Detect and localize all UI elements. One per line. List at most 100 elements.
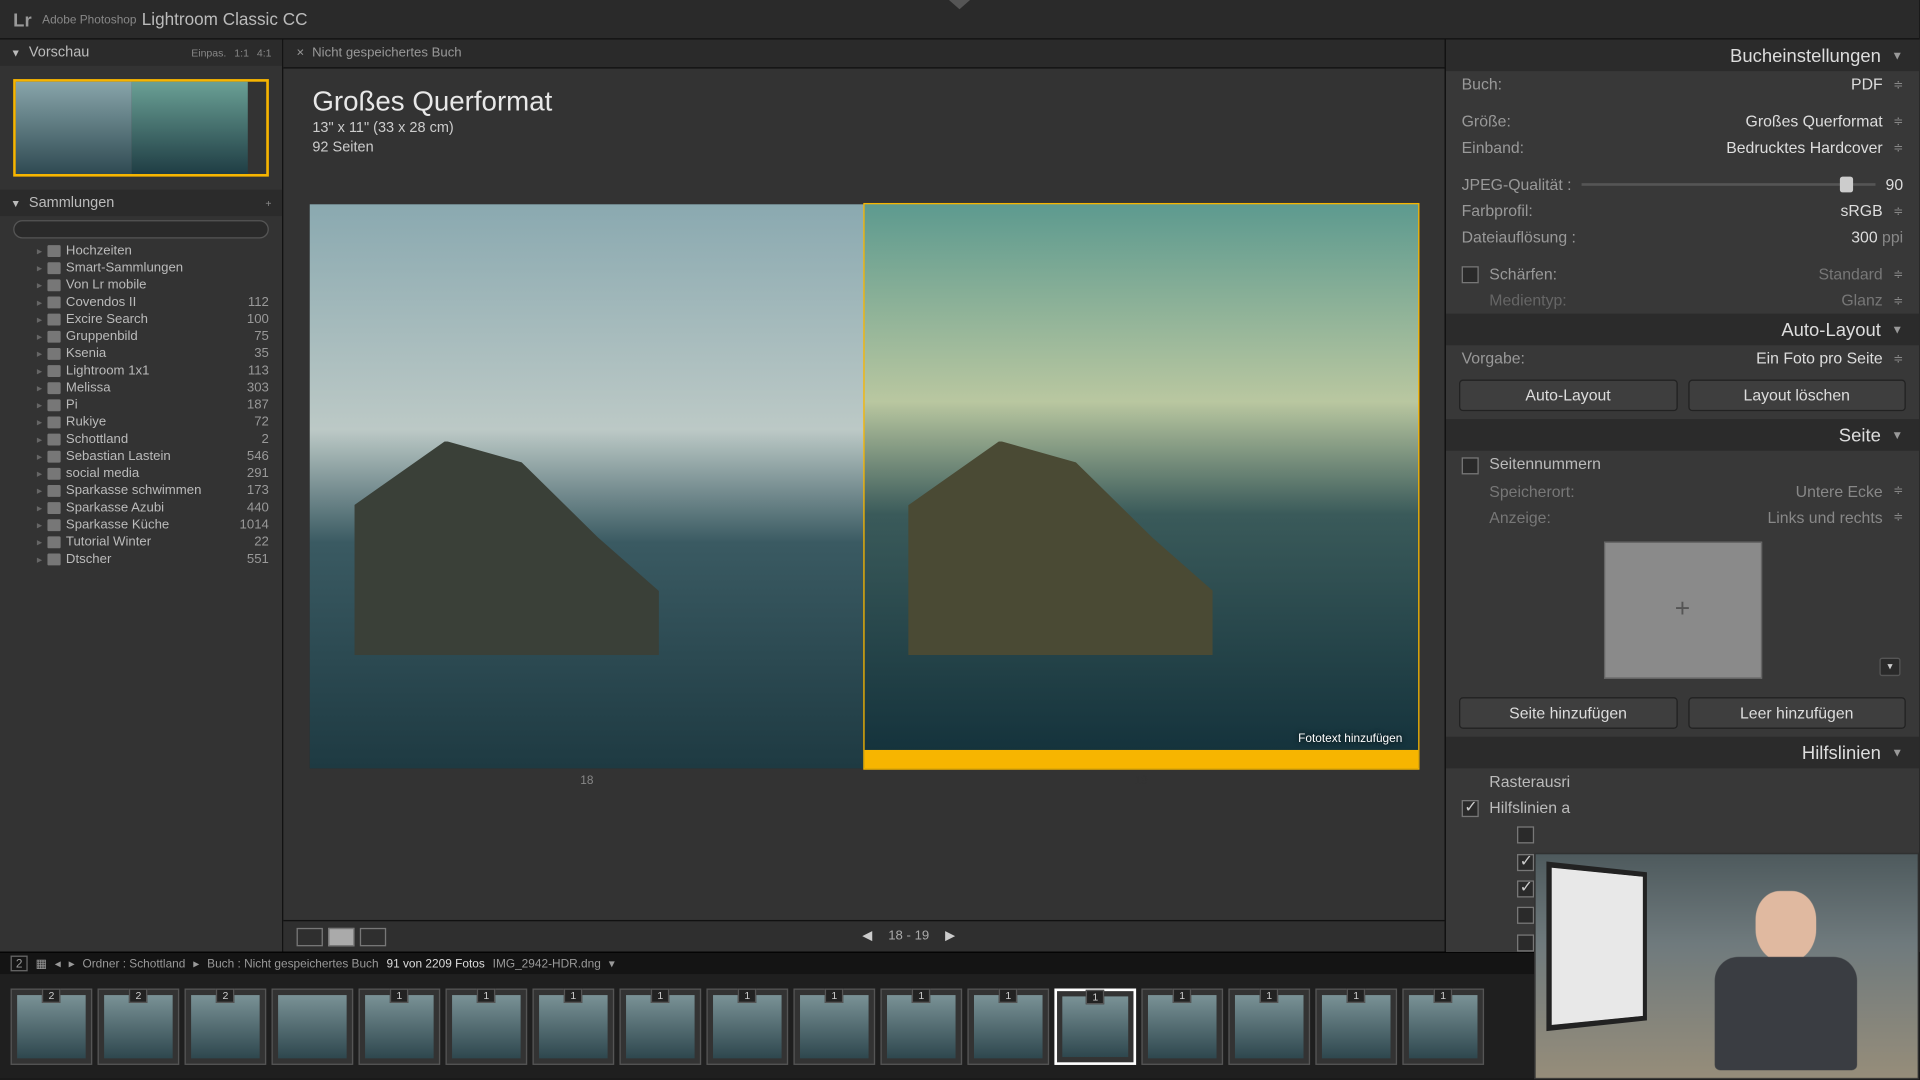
filmstrip-thumb[interactable]: 2 xyxy=(185,988,267,1064)
select-book-format[interactable]: PDF xyxy=(1851,75,1903,93)
collection-item[interactable]: ▸Schottland2 xyxy=(0,431,282,448)
collection-item[interactable]: ▸Excire Search100 xyxy=(0,311,282,328)
select-layout-preset[interactable]: Ein Foto pro Seite xyxy=(1756,350,1903,368)
collection-item[interactable]: ▸Sebastian Lastein546 xyxy=(0,448,282,465)
filmstrip-thumb[interactable]: 1 xyxy=(706,988,788,1064)
collection-item[interactable]: ▸Rukiye72 xyxy=(0,414,282,431)
caption-placeholder[interactable]: Fototext hinzufügen xyxy=(1298,731,1402,744)
template-menu-icon[interactable]: ▾ xyxy=(1879,657,1900,675)
filmstrip-thumb[interactable]: 1 xyxy=(880,988,962,1064)
jpeg-quality-value[interactable]: 90 xyxy=(1886,175,1904,193)
guide-opt-5-checkbox[interactable] xyxy=(1517,934,1534,951)
select-sharpen[interactable]: Standard xyxy=(1819,265,1904,283)
guide-opt-3-checkbox[interactable] xyxy=(1517,880,1534,897)
filmstrip-thumb[interactable]: 1 xyxy=(1402,988,1484,1064)
section-page[interactable]: Seite▼ xyxy=(1446,420,1919,452)
filmstrip-thumb[interactable]: 2 xyxy=(98,988,180,1064)
collection-item[interactable]: ▸Hochzeiten xyxy=(0,243,282,260)
label-show-guides: Hilfslinien a xyxy=(1489,798,1570,816)
second-monitor-icon[interactable]: 2 xyxy=(11,956,28,972)
collection-item[interactable]: ▸Melissa303 xyxy=(0,380,282,397)
collection-item[interactable]: ▸Gruppenbild75 xyxy=(0,328,282,345)
select-color-profile[interactable]: sRGB xyxy=(1841,202,1904,220)
flag-icon[interactable]: ▾ xyxy=(609,956,615,970)
grid-view-icon[interactable]: ▦ xyxy=(36,956,47,970)
navigator-preview[interactable] xyxy=(0,66,282,190)
next-page-button[interactable]: ▶ xyxy=(945,929,955,943)
collection-item[interactable]: ▸Sparkasse schwimmen173 xyxy=(0,482,282,499)
resolution-value[interactable]: 300 xyxy=(1851,228,1877,246)
filmstrip-thumb[interactable]: 1 xyxy=(967,988,1049,1064)
select-size[interactable]: Großes Querformat xyxy=(1746,112,1904,130)
page-number-right: 19 xyxy=(864,773,1418,786)
page-spread[interactable]: 18 Fototext hinzufügen 19 xyxy=(283,164,1444,920)
section-auto-layout[interactable]: Auto-Layout▼ xyxy=(1446,314,1919,346)
chevron-down-icon: ▼ xyxy=(1891,323,1903,336)
add-page-button[interactable]: Seite hinzufügen xyxy=(1459,697,1677,729)
collection-item[interactable]: ▸Von Lr mobile xyxy=(0,277,282,294)
next-icon[interactable]: ▸ xyxy=(69,956,75,970)
section-book-settings[interactable]: Bucheinstellungen▼ xyxy=(1446,40,1919,72)
select-media[interactable]: Glanz xyxy=(1841,292,1903,310)
collection-item[interactable]: ▸Pi187 xyxy=(0,397,282,414)
collections-filter-input[interactable] xyxy=(13,220,269,238)
breadcrumb-sep: ▸ xyxy=(193,956,199,970)
section-guides[interactable]: Hilfslinien▼ xyxy=(1446,736,1919,768)
label-sharpen: Schärfen: xyxy=(1489,265,1557,283)
zoom-fit[interactable]: Einpas. xyxy=(191,47,226,59)
jpeg-quality-slider[interactable] xyxy=(1582,183,1875,186)
sharpen-checkbox[interactable] xyxy=(1462,267,1479,284)
collection-item[interactable]: ▸Ksenia35 xyxy=(0,345,282,362)
collection-item[interactable]: ▸social media291 xyxy=(0,465,282,482)
auto-layout-button[interactable]: Auto-Layout xyxy=(1459,380,1677,412)
select-pagenum-display[interactable]: Links und rechts xyxy=(1768,508,1904,526)
chevron-down-icon: ▼ xyxy=(1891,429,1903,442)
clear-layout-button[interactable]: Layout löschen xyxy=(1688,380,1906,412)
collection-item[interactable]: ▸Covendos II112 xyxy=(0,294,282,311)
page-left[interactable]: 18 xyxy=(310,204,864,768)
filmstrip-thumb[interactable]: 1 xyxy=(1054,988,1136,1064)
prev-page-button[interactable]: ◀ xyxy=(862,929,872,943)
view-spread-icon[interactable] xyxy=(328,927,354,945)
filmstrip-thumb[interactable]: 1 xyxy=(532,988,614,1064)
page-right[interactable]: Fototext hinzufügen 19 xyxy=(864,204,1418,768)
guide-opt-2-checkbox[interactable] xyxy=(1517,854,1534,871)
close-tab-icon[interactable]: × xyxy=(297,46,305,60)
page-numbers-checkbox[interactable] xyxy=(1462,457,1479,474)
page-template-well[interactable]: + xyxy=(1603,541,1761,678)
view-grid-icon[interactable] xyxy=(297,927,323,945)
collections-header[interactable]: ▼ Sammlungen + xyxy=(0,190,282,216)
view-single-icon[interactable] xyxy=(360,927,386,945)
collection-item[interactable]: ▸Tutorial Winter22 xyxy=(0,534,282,551)
add-collection-icon[interactable]: + xyxy=(265,197,271,209)
guide-opt-4-checkbox[interactable] xyxy=(1517,907,1534,924)
collection-item[interactable]: ▸Smart-Sammlungen xyxy=(0,260,282,277)
panel-toggle-top[interactable] xyxy=(949,0,970,9)
preview-header[interactable]: ▼ Vorschau Einpas. 1:1 4:1 xyxy=(0,40,282,66)
guide-opt-1-checkbox[interactable] xyxy=(1517,827,1534,844)
filmstrip-thumb[interactable] xyxy=(272,988,354,1064)
filmstrip-thumb[interactable]: 1 xyxy=(1141,988,1223,1064)
filmstrip-thumb[interactable]: 1 xyxy=(358,988,440,1064)
filmstrip-thumb[interactable]: 2 xyxy=(11,988,93,1064)
tab-unsaved-book[interactable]: Nicht gespeichertes Buch xyxy=(312,46,461,60)
zoom-4-1[interactable]: 4:1 xyxy=(257,47,272,59)
collection-item[interactable]: ▸Dtscher551 xyxy=(0,551,282,568)
zoom-1-1[interactable]: 1:1 xyxy=(234,47,249,59)
filmstrip-thumb[interactable]: 1 xyxy=(445,988,527,1064)
breadcrumb-folder[interactable]: Ordner : Schottland xyxy=(82,957,185,970)
select-pagenum-location[interactable]: Untere Ecke xyxy=(1796,482,1904,500)
show-guides-checkbox[interactable] xyxy=(1462,800,1479,817)
label-cover: Einband: xyxy=(1462,138,1524,156)
collection-item[interactable]: ▸Lightroom 1x1113 xyxy=(0,362,282,379)
add-blank-button[interactable]: Leer hinzufügen xyxy=(1688,697,1906,729)
filmstrip-thumb[interactable]: 1 xyxy=(1315,988,1397,1064)
filmstrip-thumb[interactable]: 1 xyxy=(793,988,875,1064)
select-cover[interactable]: Bedrucktes Hardcover xyxy=(1726,138,1903,156)
prev-icon[interactable]: ◂ xyxy=(55,956,61,970)
breadcrumb-book[interactable]: Buch : Nicht gespeichertes Buch xyxy=(207,957,378,970)
collection-item[interactable]: ▸Sparkasse Küche1014 xyxy=(0,517,282,534)
filmstrip-thumb[interactable]: 1 xyxy=(619,988,701,1064)
collection-item[interactable]: ▸Sparkasse Azubi440 xyxy=(0,500,282,517)
filmstrip-thumb[interactable]: 1 xyxy=(1228,988,1310,1064)
